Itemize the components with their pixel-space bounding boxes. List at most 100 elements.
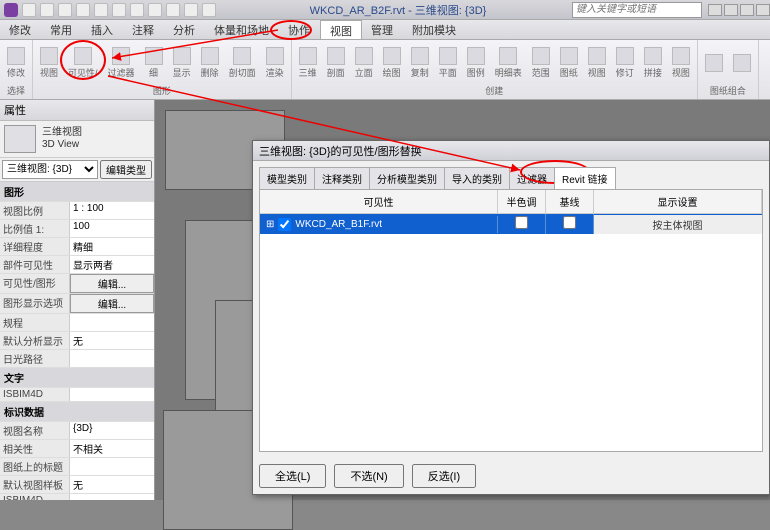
qat-button[interactable]: [22, 3, 36, 17]
ribbon-button[interactable]: 过滤器: [105, 42, 138, 84]
column-header[interactable]: 半色调: [498, 190, 546, 213]
ribbon-button[interactable]: 修订: [613, 42, 637, 84]
ribbon-button[interactable]: 绘图: [380, 42, 404, 84]
qat-button[interactable]: [148, 3, 162, 17]
ribbon-button[interactable]: [730, 42, 754, 84]
ribbon-button[interactable]: 明细表: [492, 42, 525, 84]
ribbon-button[interactable]: 三维: [296, 42, 320, 84]
prop-row[interactable]: 日光路径: [0, 350, 154, 368]
dialog-tab[interactable]: 导入的类别: [444, 167, 510, 189]
search-input[interactable]: [572, 2, 702, 18]
link-row[interactable]: ⊞ WKCD_AR_B1F.rvt 按主体视图: [260, 214, 762, 234]
dialog-tab[interactable]: 模型类别: [259, 167, 315, 189]
ribbon-button[interactable]: 视图: [585, 42, 609, 84]
tab-修改[interactable]: 修改: [0, 20, 41, 39]
qat-button[interactable]: [184, 3, 198, 17]
ribbon-button[interactable]: 图纸: [557, 42, 581, 84]
ribbon-button[interactable]: 可见性/: [65, 42, 101, 84]
ribbon-button[interactable]: 修改: [4, 42, 28, 84]
tab-协作[interactable]: 协作: [279, 20, 320, 39]
dialog-tabs: 模型类别注释类别分析模型类别导入的类别过滤器Revit 链接: [259, 167, 763, 189]
instance-selector[interactable]: 三维视图: {3D}: [2, 160, 98, 179]
edit-type-button[interactable]: 编辑类型: [100, 160, 152, 179]
qat-button[interactable]: [58, 3, 72, 17]
minimize-icon[interactable]: [724, 4, 738, 16]
ribbon-button[interactable]: 复制: [408, 42, 432, 84]
prop-row[interactable]: 比例值 1:100: [0, 220, 154, 238]
expand-icon[interactable]: ⊞: [266, 219, 274, 230]
ribbon-button[interactable]: 图例: [464, 42, 488, 84]
prop-row[interactable]: 规程: [0, 314, 154, 332]
dialog-tab[interactable]: 分析模型类别: [369, 167, 445, 189]
prop-section-header[interactable]: 标识数据: [0, 402, 154, 422]
tab-常用[interactable]: 常用: [41, 20, 82, 39]
ribbon-button[interactable]: 细: [142, 42, 166, 84]
ribbon-button[interactable]: [702, 42, 726, 84]
qat-button[interactable]: [112, 3, 126, 17]
app-icon[interactable]: [4, 3, 18, 17]
prop-row[interactable]: 部件可见性显示两者: [0, 256, 154, 274]
ribbon-button[interactable]: 删除: [198, 42, 222, 84]
tab-插入[interactable]: 插入: [82, 20, 123, 39]
maximize-icon[interactable]: [740, 4, 754, 16]
prop-row[interactable]: 可见性/图形编辑...: [0, 274, 154, 294]
ribbon-button[interactable]: 拼接: [641, 42, 665, 84]
column-header[interactable]: 显示设置: [594, 190, 762, 213]
close-icon[interactable]: [756, 4, 770, 16]
dialog-title: 三维视图: {3D}的可见性/图形替换: [253, 141, 769, 161]
dialog-button[interactable]: 反选(I): [412, 464, 476, 488]
prop-row[interactable]: 默认视图样板无: [0, 476, 154, 494]
column-header[interactable]: 基线: [546, 190, 594, 213]
prop-row[interactable]: 视图名称{3D}: [0, 422, 154, 440]
dialog-button[interactable]: 不选(N): [334, 464, 403, 488]
tab-附加模块[interactable]: 附加模块: [403, 20, 466, 39]
halftone-checkbox[interactable]: [515, 216, 528, 229]
quick-access-toolbar: [22, 3, 216, 17]
qat-button[interactable]: [76, 3, 90, 17]
title-bar: WKCD_AR_B2F.rvt - 三维视图: {3D}: [0, 0, 770, 20]
tab-体量和场地[interactable]: 体量和场地: [205, 20, 279, 39]
ribbon-group-label: 图形: [37, 84, 287, 97]
help-icon[interactable]: [708, 4, 722, 16]
dialog-tab[interactable]: Revit 链接: [554, 167, 616, 189]
qat-button[interactable]: [94, 3, 108, 17]
prop-row[interactable]: 视图比例1 : 100: [0, 202, 154, 220]
qat-button[interactable]: [166, 3, 180, 17]
ribbon-button[interactable]: 显示: [170, 42, 194, 84]
type-thumb-icon: [4, 125, 36, 153]
column-header[interactable]: 可见性: [260, 190, 498, 213]
qat-button[interactable]: [130, 3, 144, 17]
prop-row[interactable]: ISBIM4D: [0, 388, 154, 402]
tab-管理[interactable]: 管理: [362, 20, 403, 39]
prop-row[interactable]: 图形显示选项编辑...: [0, 294, 154, 314]
ribbon-button[interactable]: 视图: [669, 42, 693, 84]
qat-button[interactable]: [202, 3, 216, 17]
ribbon-button[interactable]: 范围: [529, 42, 553, 84]
qat-button[interactable]: [40, 3, 54, 17]
ribbon-button[interactable]: 平面: [436, 42, 460, 84]
type-selector[interactable]: 三维视图3D View: [0, 121, 154, 158]
dialog-tab[interactable]: 注释类别: [314, 167, 370, 189]
tab-注释[interactable]: 注释: [123, 20, 164, 39]
prop-section-header[interactable]: 文字: [0, 368, 154, 388]
dialog-button[interactable]: 全选(L): [259, 464, 326, 488]
ribbon-button[interactable]: 渲染: [263, 42, 287, 84]
ribbon-button[interactable]: 视图: [37, 42, 61, 84]
ribbon-button[interactable]: 剖面: [324, 42, 348, 84]
tab-视图[interactable]: 视图: [320, 20, 362, 39]
prop-section-header[interactable]: 图形: [0, 182, 154, 202]
ribbon-button[interactable]: 立面: [352, 42, 376, 84]
display-setting-button[interactable]: 按主体视图: [594, 215, 762, 234]
visibility-checkbox[interactable]: [278, 218, 291, 231]
link-name: WKCD_AR_B1F.rvt: [295, 219, 382, 230]
prop-row[interactable]: 详细程度精细: [0, 238, 154, 256]
ribbon-button[interactable]: 剖切面: [226, 42, 259, 84]
ribbon-tabs: 修改常用插入注释分析体量和场地协作视图管理附加模块: [0, 20, 770, 40]
prop-row[interactable]: 默认分析显示无: [0, 332, 154, 350]
prop-row[interactable]: 相关性不相关: [0, 440, 154, 458]
prop-row[interactable]: ISBIM4D: [0, 494, 154, 500]
underlay-checkbox[interactable]: [563, 216, 576, 229]
dialog-tab[interactable]: 过滤器: [509, 167, 555, 189]
prop-row[interactable]: 图纸上的标题: [0, 458, 154, 476]
tab-分析[interactable]: 分析: [164, 20, 205, 39]
